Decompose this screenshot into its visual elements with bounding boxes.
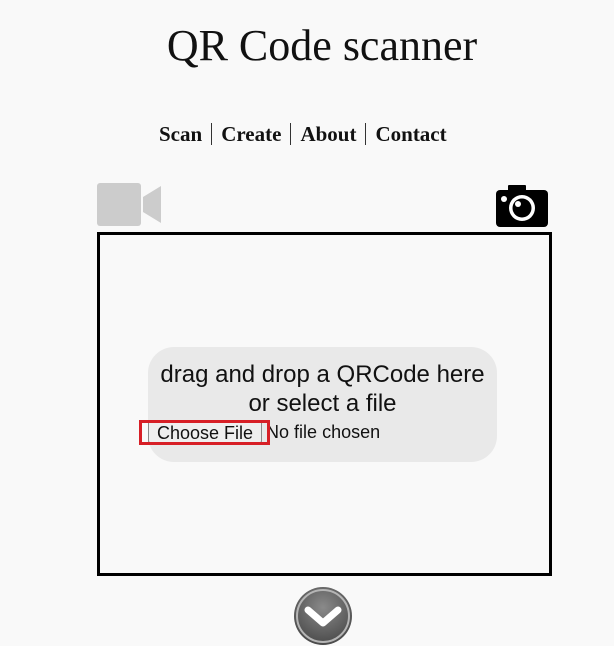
drop-text-line2: or select a file [248,390,397,417]
drop-text-line1: drag and drop a QRCode here [160,361,485,388]
photo-camera-icon[interactable] [496,185,548,227]
file-input: Choose File No file chosen [148,421,380,443]
nav-create[interactable]: Create [212,122,290,146]
nav-contact[interactable]: Contact [366,122,455,146]
file-status-text: No file chosen [266,421,381,442]
nav-about[interactable]: About [291,122,365,146]
page-title: QR Code scanner [166,21,478,70]
chevron-down-icon[interactable] [293,586,353,646]
video-camera-icon[interactable] [97,183,161,226]
choose-file-button[interactable]: Choose File [148,421,263,443]
nav-scan[interactable]: Scan [150,122,211,146]
main-nav: Scan Create About Contact [150,122,456,146]
drop-instructions: drag and drop a QRCode here or select a … [148,360,497,418]
